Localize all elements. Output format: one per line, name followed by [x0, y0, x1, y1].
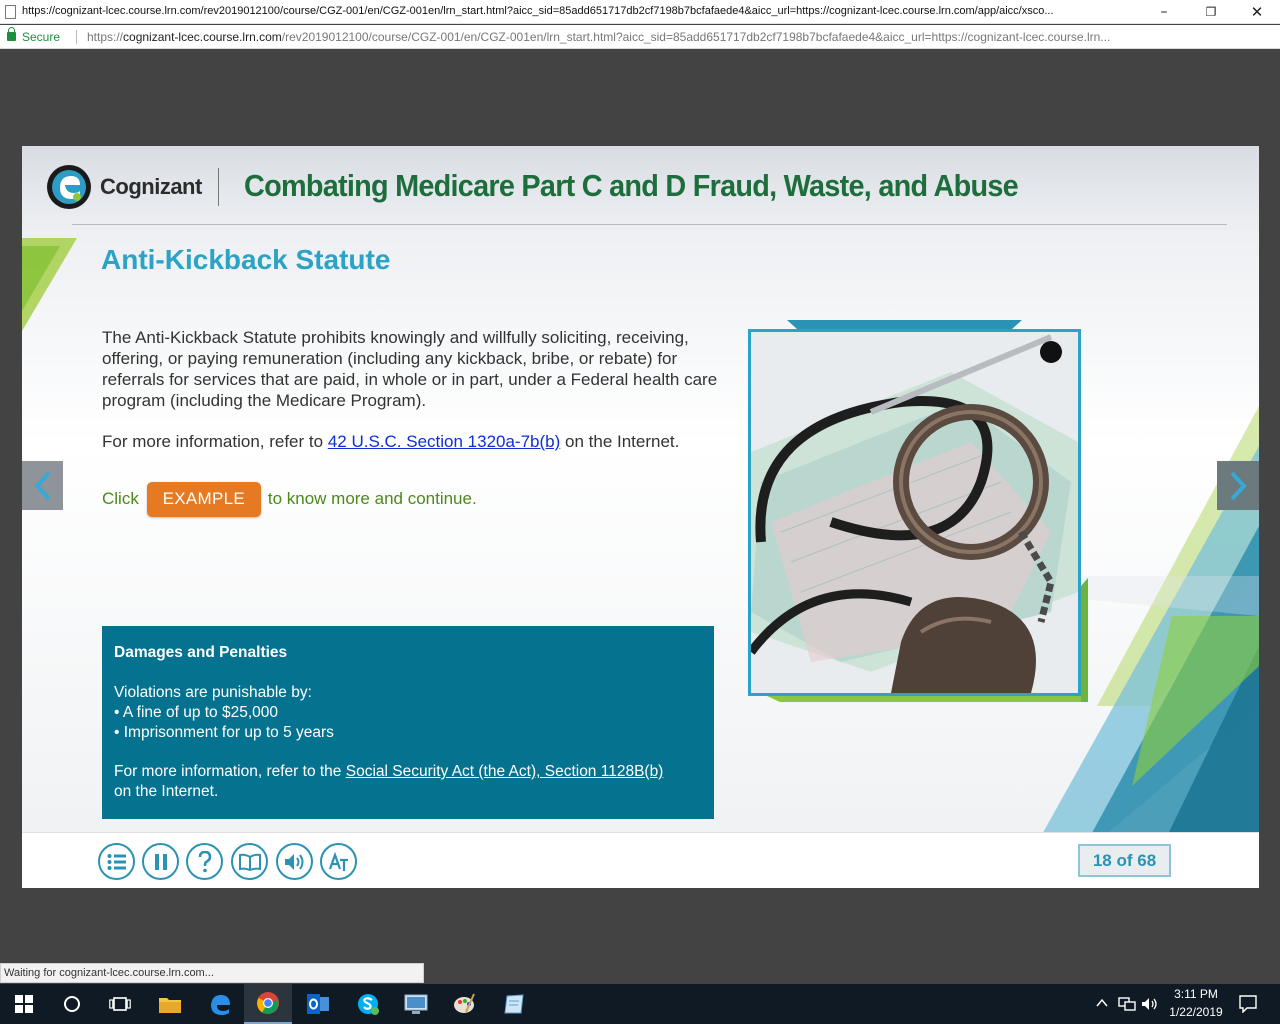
remote-desktop-app[interactable] [392, 984, 440, 1024]
url-host: cognizant-lcec.course.lrn.com [123, 30, 282, 44]
next-slide-button[interactable] [1217, 461, 1259, 510]
edge-icon [211, 995, 230, 1015]
skype-icon [358, 994, 379, 1015]
player-footer: 18 of 68 [22, 832, 1259, 888]
notifications-icon[interactable] [1239, 995, 1257, 1013]
pause-button[interactable] [142, 843, 179, 880]
notes-app[interactable] [490, 984, 538, 1024]
address-separator [76, 30, 77, 44]
remote-desktop-icon [404, 994, 428, 1014]
skype-app[interactable] [344, 984, 392, 1024]
clock-date[interactable]: 1/22/2019 [1162, 1005, 1230, 1019]
pause-icon [154, 853, 167, 870]
start-button[interactable] [0, 984, 48, 1024]
windows-taskbar: 3:11 PM 1/22/2019 [0, 984, 1280, 1024]
outlook-app[interactable] [294, 984, 342, 1024]
volume-icon[interactable] [1141, 996, 1159, 1012]
paint-app[interactable] [440, 984, 488, 1024]
minimize-button[interactable]: – [1144, 1, 1184, 23]
search-button[interactable] [48, 984, 96, 1024]
course-player: Cognizant Combating Medicare Part C and … [22, 146, 1259, 888]
window-titlebar: https://cognizant-lcec.course.lrn.com/re… [0, 0, 1280, 24]
photo-illustration [751, 332, 1078, 693]
audio-icon [284, 853, 303, 870]
secure-label: Secure [22, 30, 61, 44]
paint-palette-icon [454, 993, 475, 1013]
url-scheme: https:// [87, 30, 124, 44]
text-transcript-icon [328, 851, 348, 871]
address-bar[interactable]: Secure https://cognizant-lcec.course.lrn… [0, 25, 1280, 49]
close-button[interactable]: ✕ [1237, 1, 1277, 23]
chrome-icon [257, 992, 279, 1014]
text-size-button[interactable] [320, 843, 357, 880]
file-explorer-app[interactable] [146, 984, 194, 1024]
network-icon[interactable] [1118, 996, 1136, 1012]
search-circle-icon [64, 996, 80, 1012]
help-button[interactable] [186, 843, 223, 880]
help-icon [198, 850, 211, 872]
outlook-icon [307, 994, 329, 1014]
glossary-book-icon [238, 853, 261, 871]
status-bar: Waiting for cognizant-lcec.course.lrn.co… [0, 963, 424, 983]
chrome-app[interactable] [244, 984, 292, 1024]
task-view-button[interactable] [96, 984, 144, 1024]
chevron-left-icon [33, 471, 50, 500]
clock-time[interactable]: 3:11 PM [1162, 987, 1230, 1001]
chevron-up-icon[interactable] [1096, 998, 1108, 1008]
url-path: /rev2019012100/course/CGZ-001/en/CGZ-001… [281, 30, 1111, 44]
edge-app[interactable] [196, 984, 244, 1024]
window-title: https://cognizant-lcec.course.lrn.com/re… [22, 5, 1054, 17]
chevron-right-icon [1230, 471, 1247, 500]
restore-button[interactable]: ❐ [1191, 1, 1231, 23]
glossary-button[interactable] [231, 843, 268, 880]
task-view-icon [109, 997, 131, 1011]
url-text[interactable]: https://cognizant-lcec.course.lrn.com/re… [87, 30, 1267, 44]
lock-icon [7, 27, 16, 41]
page-icon [5, 5, 16, 19]
previous-slide-button[interactable] [22, 461, 63, 510]
menu-icon [107, 853, 126, 870]
audio-button[interactable] [276, 843, 313, 880]
stethoscope-handcuffs-money-photo [748, 329, 1081, 696]
notes-icon [504, 994, 524, 1014]
folder-icon [159, 998, 181, 1013]
windows-logo-icon [15, 995, 33, 1013]
menu-button[interactable] [98, 843, 135, 880]
page-counter: 18 of 68 [1078, 844, 1171, 877]
